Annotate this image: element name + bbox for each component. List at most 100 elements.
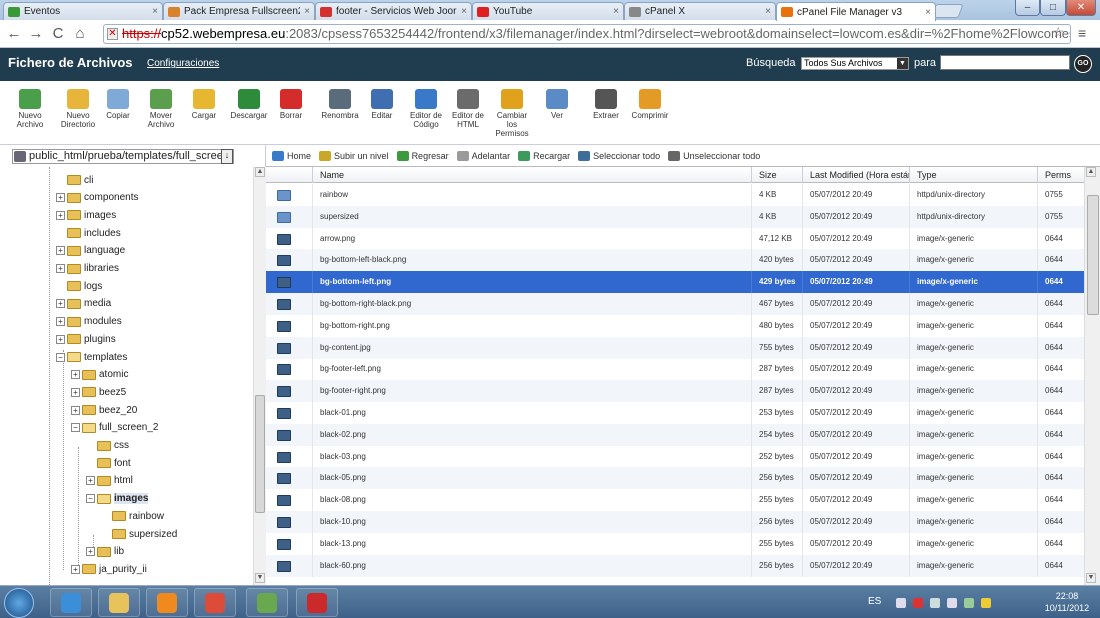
collapse-toggle-icon[interactable]: −: [86, 494, 95, 504]
network-icon[interactable]: [964, 598, 974, 608]
rename-button[interactable]: Renombra: [318, 89, 362, 120]
tree-item-language[interactable]: + language: [56, 243, 125, 259]
media-player-taskbar-button[interactable]: [146, 588, 188, 617]
scroll-down-icon[interactable]: ▼: [1086, 573, 1096, 583]
expand-toggle-icon[interactable]: +: [71, 370, 80, 380]
tree-item-html[interactable]: + html: [86, 473, 133, 489]
table-row[interactable]: black-01.png 253 bytes 05/07/2012 20:49 ima…: [266, 402, 1084, 424]
tree-item-beez_20[interactable]: + beez_20: [71, 402, 137, 418]
tree-item-images[interactable]: + images: [56, 207, 116, 223]
file-explorer-taskbar-button[interactable]: [98, 588, 140, 617]
back-arrow-button[interactable]: Regresar: [396, 150, 449, 161]
tree-item-libraries[interactable]: + libraries: [56, 261, 119, 277]
table-row[interactable]: black-60.png 256 bytes 05/07/2012 20:49 ima…: [266, 554, 1084, 577]
table-row[interactable]: rainbow 4 KB 05/07/2012 20:49 httpd/unix-di…: [266, 184, 1084, 206]
internet-explorer-taskbar-button[interactable]: [50, 588, 92, 617]
table-row[interactable]: black-13.png 255 bytes 05/07/2012 20:49 ima…: [266, 532, 1084, 555]
volume-icon[interactable]: [947, 598, 957, 608]
network-people-taskbar-button[interactable]: [246, 588, 288, 617]
compress-button[interactable]: Comprimir: [628, 89, 672, 120]
reload-button[interactable]: C: [47, 25, 69, 42]
start-button[interactable]: [4, 588, 34, 618]
edit-button[interactable]: Editar: [367, 89, 397, 120]
settings-link[interactable]: Configuraciones: [147, 58, 219, 69]
table-scrollbar[interactable]: ▲ ▼: [1084, 167, 1100, 585]
column-header[interactable]: Type: [909, 167, 1037, 183]
table-row[interactable]: bg-bottom-right.png 480 bytes 05/07/2012 2…: [266, 314, 1084, 337]
code-editor-button[interactable]: Editor de Código: [404, 89, 448, 129]
tree-item-templates[interactable]: − templates: [56, 349, 127, 365]
go-button[interactable]: GO: [1074, 55, 1092, 73]
close-tab-icon[interactable]: ×: [152, 6, 158, 17]
battery-icon[interactable]: [930, 598, 940, 608]
scroll-up-icon[interactable]: ▲: [255, 167, 265, 177]
tree-item-includes[interactable]: includes: [56, 225, 121, 241]
browser-tab[interactable]: Pack Empresa Fullscreen2 ×: [163, 2, 315, 20]
tree-item-beez5[interactable]: + beez5: [71, 384, 126, 400]
column-header[interactable]: Perms: [1037, 167, 1084, 183]
expand-toggle-icon[interactable]: +: [56, 193, 65, 203]
browser-tab[interactable]: YouTube ×: [472, 2, 624, 20]
sidebar-scrollbar[interactable]: ▲ ▼: [253, 167, 266, 585]
scroll-thumb[interactable]: [1087, 195, 1099, 315]
column-header[interactable]: Last Modified (Hora están: [802, 167, 909, 183]
close-tab-icon[interactable]: ×: [925, 7, 931, 18]
search-scope-select[interactable]: Todos Sus Archivos ▼: [801, 57, 909, 70]
view-button[interactable]: Ver: [543, 89, 571, 120]
scroll-thumb[interactable]: [255, 395, 265, 513]
tree-item-images[interactable]: − images: [86, 491, 149, 507]
tray-up-icon[interactable]: [896, 598, 906, 608]
close-tab-icon[interactable]: ×: [461, 6, 467, 17]
table-row[interactable]: black-03.png 252 bytes 05/07/2012 20:49 ima…: [266, 445, 1084, 468]
tree-item-cli[interactable]: cli: [56, 172, 93, 188]
tree-item-atomic[interactable]: + atomic: [71, 367, 128, 383]
unselect-all-button[interactable]: Unseleccionar todo: [668, 150, 760, 161]
delete-button[interactable]: Borrar: [274, 89, 308, 120]
language-indicator[interactable]: ES: [868, 596, 881, 607]
table-row[interactable]: black-10.png 256 bytes 05/07/2012 20:49 ima…: [266, 511, 1084, 533]
pdf-taskbar-button[interactable]: [296, 588, 338, 617]
collapse-toggle-icon[interactable]: −: [71, 423, 80, 433]
chrome-taskbar-button[interactable]: [194, 588, 236, 617]
search-input[interactable]: [940, 55, 1070, 70]
new-file-button[interactable]: Nuevo Archivo: [12, 89, 48, 129]
table-row[interactable]: black-05.png 256 bytes 05/07/2012 20:49 ima…: [266, 467, 1084, 490]
expand-toggle-icon[interactable]: +: [86, 476, 95, 486]
back-button[interactable]: ←: [3, 25, 25, 42]
expand-toggle-icon[interactable]: +: [86, 547, 95, 557]
expand-toggle-icon[interactable]: +: [71, 564, 80, 574]
browser-menu-icon[interactable]: ≡: [1078, 25, 1086, 41]
select-all-button[interactable]: Seleccionar todo: [578, 150, 660, 161]
address-bar[interactable]: ✕ https://cp52.webempresa.eu:2083/cpsess7…: [103, 24, 1071, 44]
flag-icon[interactable]: [913, 598, 923, 608]
minimize-button[interactable]: –: [1015, 0, 1040, 16]
forward-arrow-button[interactable]: Adelantar: [456, 150, 510, 161]
table-row[interactable]: bg-footer-left.png 287 bytes 05/07/2012 20…: [266, 358, 1084, 381]
browser-tab[interactable]: footer - Servicios Web Joor ×: [315, 2, 472, 20]
tree-item-modules[interactable]: + modules: [56, 314, 122, 330]
close-tab-icon[interactable]: ×: [765, 6, 771, 17]
column-header[interactable]: Size: [751, 167, 802, 183]
column-header[interactable]: Name: [312, 167, 751, 183]
copy-button[interactable]: Copiar: [100, 89, 136, 120]
upload-button[interactable]: Cargar: [186, 89, 222, 120]
tree-item-ja_purity_ii[interactable]: + ja_purity_ii: [71, 561, 147, 577]
expand-toggle-icon[interactable]: +: [56, 317, 65, 327]
forward-button[interactable]: →: [25, 25, 47, 42]
browser-tab[interactable]: cPanel File Manager v3 ×: [776, 2, 936, 21]
home-button[interactable]: Home: [272, 150, 311, 161]
extract-button[interactable]: Extraer: [588, 89, 624, 120]
expand-toggle-icon[interactable]: +: [71, 387, 80, 397]
maximize-button[interactable]: □: [1040, 0, 1066, 16]
browser-tab[interactable]: cPanel X ×: [624, 2, 776, 20]
browser-tab[interactable]: Eventos ×: [3, 2, 163, 20]
tree-item-plugins[interactable]: + plugins: [56, 331, 116, 347]
expand-toggle-icon[interactable]: +: [56, 210, 65, 220]
tree-item-media[interactable]: + media: [56, 296, 111, 312]
table-row[interactable]: supersized 4 KB 05/07/2012 20:49 httpd/unix…: [266, 205, 1084, 228]
expand-toggle-icon[interactable]: +: [56, 334, 65, 344]
table-row[interactable]: bg-bottom-right-black.png 467 bytes 05/07/…: [266, 293, 1084, 315]
expand-toggle-icon[interactable]: +: [56, 246, 65, 256]
collapse-toggle-icon[interactable]: −: [56, 352, 65, 362]
tree-item-components[interactable]: + components: [56, 190, 138, 206]
